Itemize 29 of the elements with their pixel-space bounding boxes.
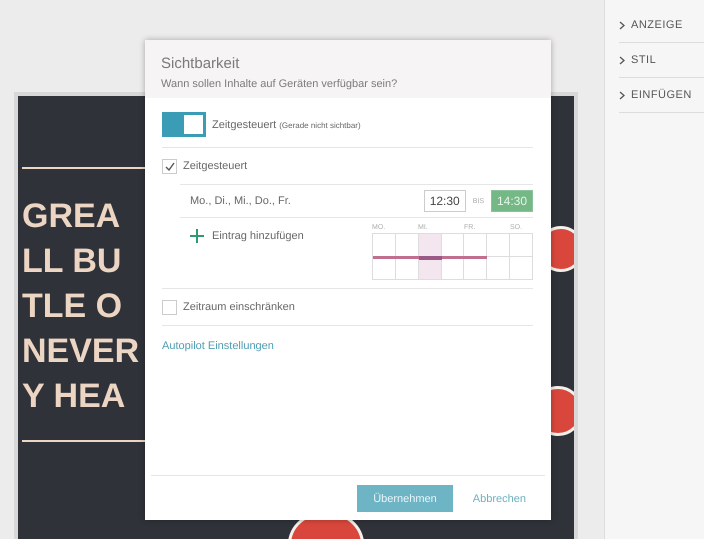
poster-text: TLE O xyxy=(22,286,122,327)
autopilot-settings-link[interactable]: Autopilot Einstellungen xyxy=(162,340,274,352)
checkbox-label: Zeitgesteuert xyxy=(183,160,248,172)
toggle-switch[interactable] xyxy=(162,112,206,137)
chevron-icon xyxy=(619,20,625,30)
check-icon xyxy=(164,162,174,170)
checkbox[interactable] xyxy=(162,300,177,314)
checkbox[interactable] xyxy=(162,158,177,174)
dialog-subtitle: Wann sollen Inhalte auf Geräten verfügbar sein? xyxy=(161,78,398,90)
panel-section[interactable]: ANZEIGE xyxy=(619,8,704,43)
checkbox-label: Zeitraum einschränken xyxy=(183,301,295,313)
calendar-day-column[interactable] xyxy=(373,234,396,280)
poster-text: LL BU xyxy=(22,241,122,282)
start-time-field[interactable]: 12:30 xyxy=(424,190,466,212)
chevron-icon xyxy=(619,56,625,64)
poster-text: Y HEA xyxy=(22,376,126,417)
poster-text: GREA xyxy=(22,196,120,237)
chevron-icon xyxy=(619,90,625,100)
poster-text: NEVER xyxy=(22,331,140,372)
calendar-day-column[interactable] xyxy=(464,234,488,280)
calendar-day-column[interactable] xyxy=(418,234,442,280)
toggle-label: Zeitgesteuert (Gerade nicht sichtbar) xyxy=(212,118,361,130)
add-entry-button[interactable]: Eintrag hinzufügen xyxy=(190,224,304,248)
dialog-title: Sichtbarkeit xyxy=(161,55,240,72)
plus-icon xyxy=(190,229,204,243)
schedule-days: Mo., Di., Mi., Do., Fr. xyxy=(190,195,424,207)
calendar-day-column[interactable] xyxy=(442,234,464,280)
panel-section[interactable]: STIL xyxy=(619,43,704,78)
panel-section[interactable]: EINFÜGEN xyxy=(619,78,704,113)
